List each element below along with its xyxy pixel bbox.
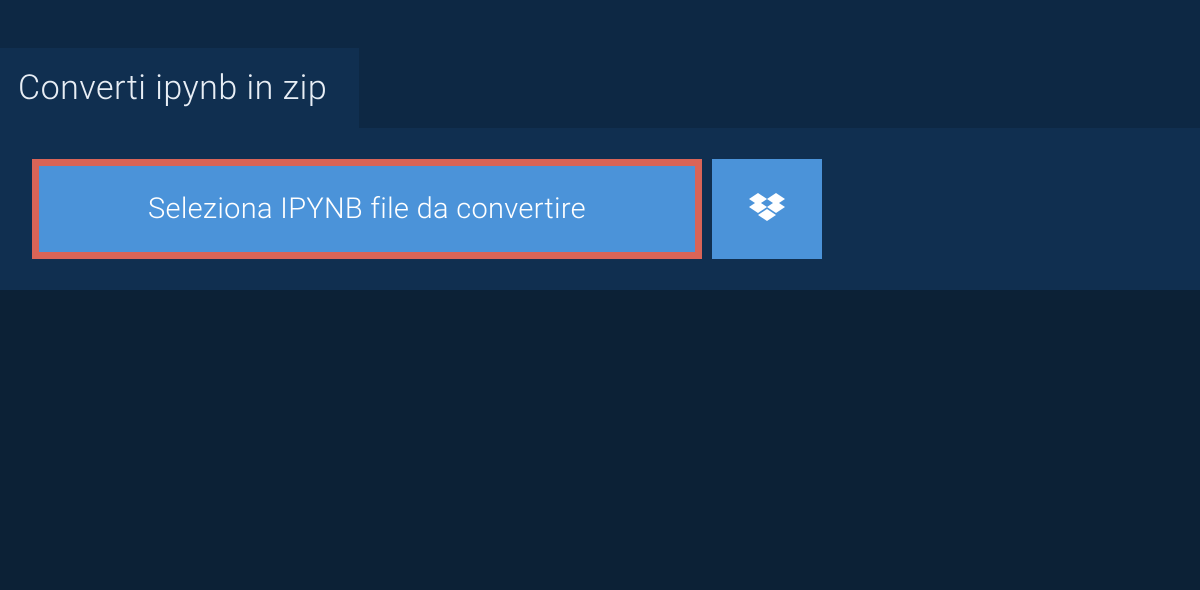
tab-title: Converti ipynb in zip [18, 68, 327, 108]
bottom-area [0, 290, 1200, 590]
tab-convert[interactable]: Converti ipynb in zip [0, 48, 359, 128]
button-row: Seleziona IPYNB file da convertire [32, 159, 1168, 259]
select-file-button[interactable]: Seleziona IPYNB file da convertire [32, 159, 702, 259]
top-spacer [0, 0, 1200, 48]
main-panel: Seleziona IPYNB file da convertire [0, 128, 1200, 290]
select-file-label: Seleziona IPYNB file da convertire [148, 192, 586, 226]
dropbox-button[interactable] [712, 159, 822, 259]
tab-row: Converti ipynb in zip [0, 48, 1200, 128]
dropbox-icon [749, 193, 785, 225]
